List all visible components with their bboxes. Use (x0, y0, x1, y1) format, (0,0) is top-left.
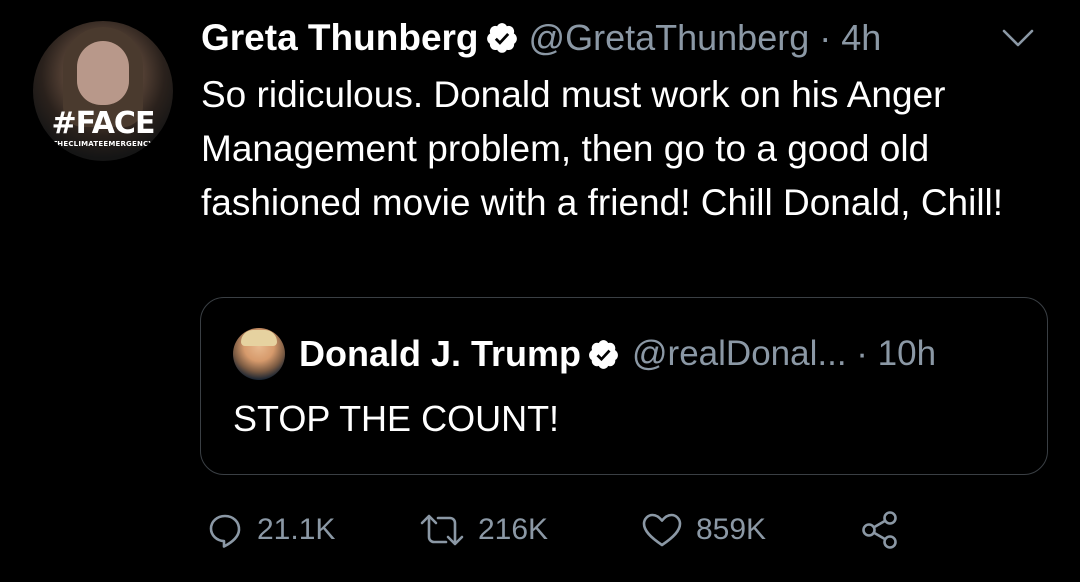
tweet-text: So ridiculous. Donald must work on his A… (201, 74, 1004, 223)
chevron-down-icon[interactable] (1000, 25, 1036, 51)
author-handle-text: @GretaThunberg (528, 17, 810, 58)
share-icon (858, 508, 902, 552)
quoted-tweet-header: Donald J. Trump @realDonal... · 10h (233, 326, 936, 382)
tweet-actions-bar: 21.1K 216K 859K (0, 505, 1080, 555)
author-handle[interactable]: @GretaThunberg · 4h (529, 17, 882, 59)
tweet-header: Greta Thunberg @GretaThunberg · 4h (201, 14, 881, 62)
quoted-author-avatar (233, 328, 285, 380)
verified-badge-icon (587, 338, 620, 371)
author-avatar[interactable]: #FACE THECLIMATEEMERGENCY (33, 21, 173, 161)
time-separator: · (819, 17, 832, 58)
quoted-tweet-text: STOP THE COUNT! (233, 398, 560, 439)
avatar-overlay-text: #FACE (51, 106, 156, 141)
quoted-author-name: Donald J. Trump (299, 333, 582, 374)
reply-count: 21.1K (257, 513, 336, 546)
reply-bubble-icon (205, 510, 245, 550)
quoted-handle-text: @realDonal... (632, 334, 847, 373)
verified-badge-icon (485, 21, 519, 55)
like-button[interactable]: 859K (640, 505, 766, 555)
quoted-tweet-card[interactable]: Donald J. Trump @realDonal... · 10h STOP… (200, 297, 1048, 475)
avatar-overlay-subtext: THECLIMATEEMERGENCY (52, 140, 154, 148)
heart-icon (640, 510, 684, 550)
retweet-button[interactable]: 216K (418, 505, 548, 555)
retweet-count: 216K (478, 513, 549, 546)
avatar-face (77, 41, 129, 105)
quoted-avatar-hair (241, 330, 277, 346)
like-count: 859K (696, 513, 767, 546)
share-button[interactable] (858, 505, 902, 555)
quoted-tweet-time: 10h (877, 334, 937, 373)
quoted-time-separator: · (856, 334, 868, 373)
reply-button[interactable]: 21.1K (205, 505, 335, 555)
quoted-author-handle: @realDonal... · 10h (632, 334, 936, 374)
retweet-icon (418, 510, 466, 550)
author-name[interactable]: Greta Thunberg (201, 17, 479, 59)
tweet-time[interactable]: 4h (841, 17, 881, 58)
